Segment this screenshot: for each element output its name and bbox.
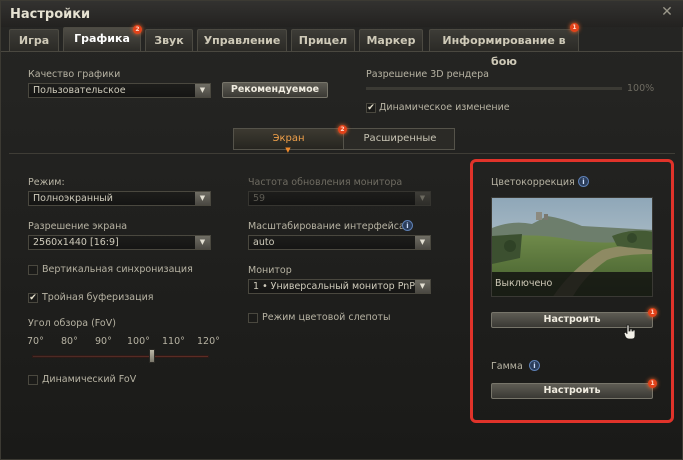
- chevron-down-icon: ▼: [195, 84, 210, 97]
- info-icon[interactable]: i: [529, 360, 540, 371]
- gamma-label: Гамма: [491, 361, 523, 372]
- close-icon[interactable]: ✕: [660, 5, 674, 19]
- resolution-value: 2560x1440 [16:9]: [33, 237, 119, 248]
- checkmark-icon: ✔: [367, 103, 375, 113]
- refresh-value: 59: [253, 193, 266, 204]
- recommended-button[interactable]: Рекомендуемое: [222, 82, 328, 98]
- tab-divider: [1, 51, 683, 52]
- subtab-screen[interactable]: Экран ▼: [234, 129, 344, 154]
- vsync-checkbox[interactable]: [28, 265, 38, 275]
- subtab-screen-label: Экран: [272, 133, 305, 144]
- render-resolution-fill: [366, 87, 622, 90]
- resolution-label: Разрешение экрана: [28, 221, 128, 232]
- fov-label: Угол обзора (FoV): [28, 318, 116, 329]
- ui-scale-label: Масштабирование интерфейса: [248, 221, 405, 232]
- window-title: Настройки: [10, 7, 91, 22]
- hand-cursor-icon: [623, 324, 636, 340]
- quality-label: Качество графики: [28, 69, 121, 80]
- triple-buffer-label: Тройная буферизация: [42, 292, 154, 303]
- colorblind-checkbox[interactable]: [248, 313, 258, 323]
- quality-value: Пользовательское: [33, 85, 126, 96]
- ui-scale-value: auto: [253, 237, 275, 248]
- mode-select[interactable]: Полноэкранный ▼: [28, 191, 211, 206]
- gamma-configure-button[interactable]: Настроить: [491, 383, 653, 399]
- mode-value: Полноэкранный: [33, 193, 113, 204]
- monitor-value: 1 • Универсальный монитор PnP (: [253, 281, 422, 292]
- tab-graphics-badge: 2: [133, 25, 142, 34]
- fov-tick-120: 120°: [197, 336, 220, 347]
- configure-badge: 1: [648, 308, 657, 317]
- render-resolution-value: 100%: [627, 83, 655, 94]
- chevron-down-icon: ▼: [415, 236, 430, 249]
- color-correction-label: Цветокоррекция: [491, 177, 575, 188]
- color-correction-preview: Выключено: [491, 197, 653, 297]
- section-divider: [9, 153, 675, 154]
- tab-graphics-label: Графика: [74, 32, 130, 45]
- gamma-badge: 1: [648, 379, 657, 388]
- triple-buffer-checkbox[interactable]: ✔: [28, 293, 38, 303]
- settings-window: Настройки ✕ Игра Графика 2 Звук Управлен…: [0, 0, 683, 460]
- resolution-select[interactable]: 2560x1440 [16:9] ▼: [28, 235, 211, 250]
- fov-slider-handle[interactable]: [149, 349, 156, 363]
- checkmark-icon: ✔: [29, 293, 37, 303]
- render-resolution-slider[interactable]: [366, 87, 622, 90]
- render-resolution-label: Разрешение 3D рендера: [366, 69, 489, 80]
- fov-tick-90: 90°: [95, 336, 112, 347]
- monitor-label: Монитор: [248, 265, 292, 276]
- tab-marker[interactable]: Маркер: [359, 29, 423, 51]
- fov-tick-80: 80°: [61, 336, 78, 347]
- dynamic-change-label: Динамическое изменение: [379, 102, 510, 113]
- info-icon[interactable]: i: [402, 220, 413, 231]
- tab-controls[interactable]: Управление: [197, 29, 287, 51]
- tab-sound[interactable]: Звук: [145, 29, 193, 51]
- tab-graphics[interactable]: Графика: [63, 27, 141, 51]
- fov-slider-track[interactable]: [32, 355, 209, 358]
- quality-select[interactable]: Пользовательское ▼: [28, 83, 211, 98]
- main-tabs: Игра Графика 2 Звук Управление Прицел Ма…: [1, 23, 683, 68]
- tab-sight[interactable]: Прицел: [291, 29, 355, 51]
- colorblind-label: Режим цветовой слепоты: [262, 312, 391, 323]
- fov-tick-110: 110°: [162, 336, 185, 347]
- vsync-label: Вертикальная синхронизация: [42, 264, 193, 275]
- tab-battle-info-badge: 1: [570, 23, 579, 32]
- chevron-down-icon: ▼: [415, 280, 430, 293]
- fov-tick-70: 70°: [27, 336, 44, 347]
- subtab-screen-badge: 2: [338, 125, 347, 134]
- fov-tick-100: 100°: [127, 336, 150, 347]
- monitor-select[interactable]: 1 • Универсальный монитор PnP ( ▼: [248, 279, 431, 294]
- tab-battle-info[interactable]: Информирование в бою: [429, 29, 579, 68]
- dynamic-change-checkbox[interactable]: ✔: [366, 103, 376, 113]
- mode-label: Режим:: [28, 177, 65, 188]
- refresh-label: Частота обновления монитора: [248, 177, 403, 188]
- tab-game[interactable]: Игра: [9, 29, 59, 51]
- title-bar: Настройки ✕: [1, 1, 683, 27]
- dynamic-fov-label: Динамический FoV: [42, 374, 137, 385]
- chevron-down-icon: ▼: [195, 192, 210, 205]
- info-icon[interactable]: i: [578, 176, 589, 187]
- ui-scale-select[interactable]: auto ▼: [248, 235, 431, 250]
- color-correction-status: Выключено: [492, 272, 652, 296]
- refresh-select: 59 ▼: [248, 191, 431, 206]
- dynamic-fov-checkbox[interactable]: [28, 375, 38, 385]
- chevron-down-icon: ▼: [415, 192, 430, 205]
- subtab-advanced[interactable]: Расширенные: [345, 129, 455, 149]
- chevron-down-icon: ▼: [195, 236, 210, 249]
